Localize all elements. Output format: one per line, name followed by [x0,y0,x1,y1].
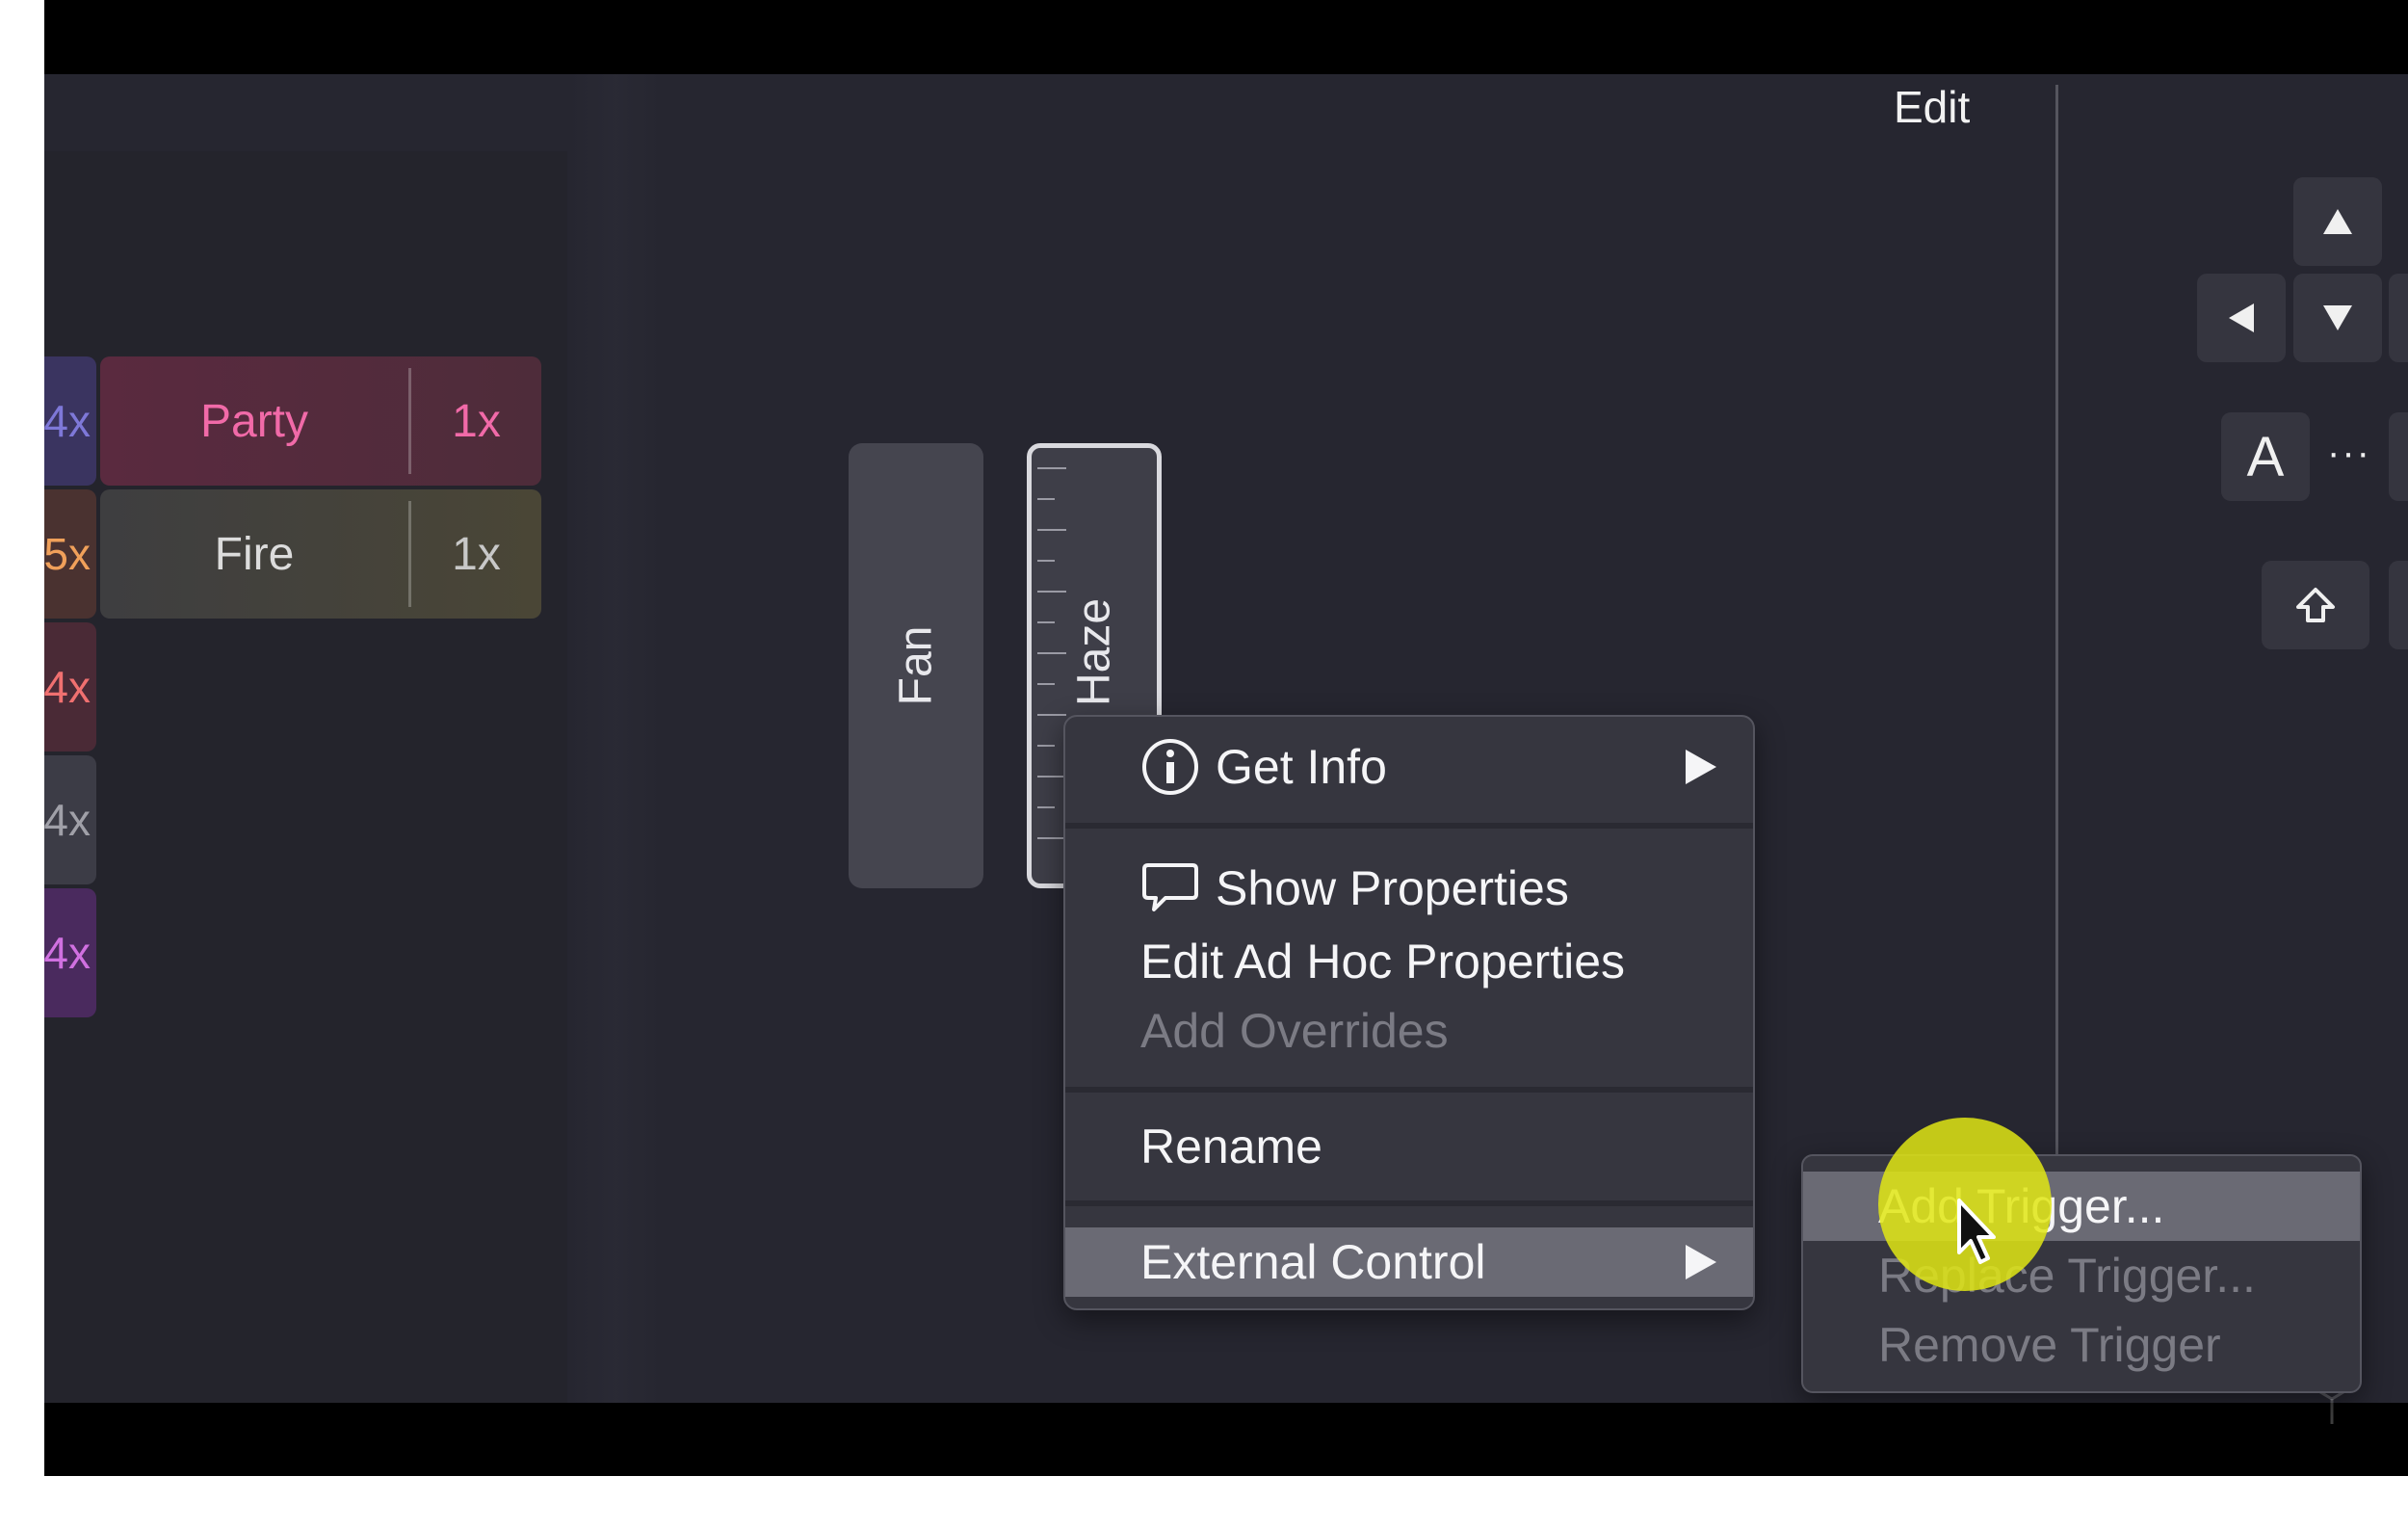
shift-key[interactable] [2262,561,2369,649]
level-tick [1037,745,1055,747]
preset-name: Party [199,395,309,447]
triangle-down-icon [2323,305,2352,330]
menu-item-label: Rename [1140,1120,1322,1173]
level-tick [1037,560,1055,562]
panel-divider [2055,85,2058,1154]
level-tick [1037,498,1055,500]
more-options-key[interactable]: ··· [2327,432,2371,475]
preset-count: 1x [452,395,501,447]
arrow-down-key[interactable] [2293,274,2382,362]
fixture-label: Haze [1068,598,1120,707]
preset-panel [44,151,567,1403]
level-tick [1037,683,1055,685]
level-tick [1037,621,1055,623]
preset-badge-2[interactable]: 5x [44,489,96,619]
preset-party[interactable]: Party 1x [100,356,541,486]
submenu-item-label: Remove Trigger [1878,1318,2221,1372]
external-control-submenu: Add Trigger... Replace Trigger... Remove… [1801,1154,2362,1393]
letterbox-top [44,0,2408,74]
menu-separator [1065,823,1753,829]
preset-badge-1[interactable]: 4x [44,356,96,486]
menu-separator [1065,1200,1753,1206]
level-tick [1037,529,1066,531]
fixture-fan[interactable]: Fan [849,443,983,888]
fixture-label: Fan [890,625,942,706]
menu-item-rename[interactable]: Rename [1065,1112,1753,1181]
shift-arrow-icon [2296,588,2335,622]
level-tick [1037,806,1055,808]
submenu-item-label: Replace Trigger... [1878,1249,2256,1303]
keypad-key-partial[interactable] [2389,412,2408,501]
preset-count: 1x [452,528,501,580]
level-tick [1037,776,1066,778]
arrow-right-key[interactable] [2389,274,2408,362]
preset-badge-4[interactable]: 4x [44,755,96,884]
speech-bubble-icon [1142,863,1198,911]
menu-item-show-properties[interactable]: Show Properties [1065,854,1753,923]
key-letter: A [2246,425,2285,488]
preset-name: Fire [214,528,295,580]
submenu-item-add-trigger[interactable]: Add Trigger... [1803,1172,2360,1241]
menu-item-external-control[interactable]: External Control [1065,1227,1753,1297]
submenu-item-label: Add Trigger... [1878,1179,2165,1233]
info-circle-icon [1142,739,1198,795]
submenu-arrow-icon [1686,1245,1716,1279]
preset-badge-3[interactable]: 4x [44,622,96,751]
menu-item-get-info[interactable]: Get Info [1065,732,1753,802]
menu-item-label: Get Info [1216,740,1387,794]
preset-badge-5[interactable]: 4x [44,888,96,1017]
level-tick [1037,837,1066,839]
letter-a-key[interactable]: A [2221,412,2310,501]
menu-separator [1065,1087,1753,1093]
submenu-item-replace-trigger: Replace Trigger... [1803,1241,2360,1310]
level-tick [1037,652,1066,654]
submenu-item-remove-trigger: Remove Trigger [1803,1310,2360,1380]
panel-gutter [567,74,664,1403]
keypad-key-partial[interactable] [2389,561,2408,649]
arrow-up-key[interactable] [2293,177,2382,266]
edit-button[interactable]: Edit [1894,81,1970,133]
menu-item-label: Show Properties [1216,861,1569,915]
menu-item-label: External Control [1140,1235,1486,1289]
triangle-up-icon [2323,209,2352,234]
submenu-arrow-icon [1686,750,1716,784]
menu-item-label: Edit Ad Hoc Properties [1140,935,1626,989]
letterbox-bottom [44,1403,2408,1476]
menu-item-label: Add Overrides [1140,1004,1449,1058]
level-tick [1037,467,1066,469]
menu-item-edit-ad-hoc-properties[interactable]: Edit Ad Hoc Properties [1065,927,1753,996]
mouse-pointer-icon [1957,1199,1996,1264]
preset-fire[interactable]: Fire 1x [100,489,541,619]
level-tick [1037,591,1066,593]
arrow-left-key[interactable] [2197,274,2286,362]
triangle-left-icon [2229,303,2254,332]
level-tick [1037,714,1066,716]
context-menu: Get Info Show Properties Edit Ad Hoc Pro… [1063,715,1755,1310]
menu-item-add-overrides: Add Overrides [1065,996,1753,1066]
